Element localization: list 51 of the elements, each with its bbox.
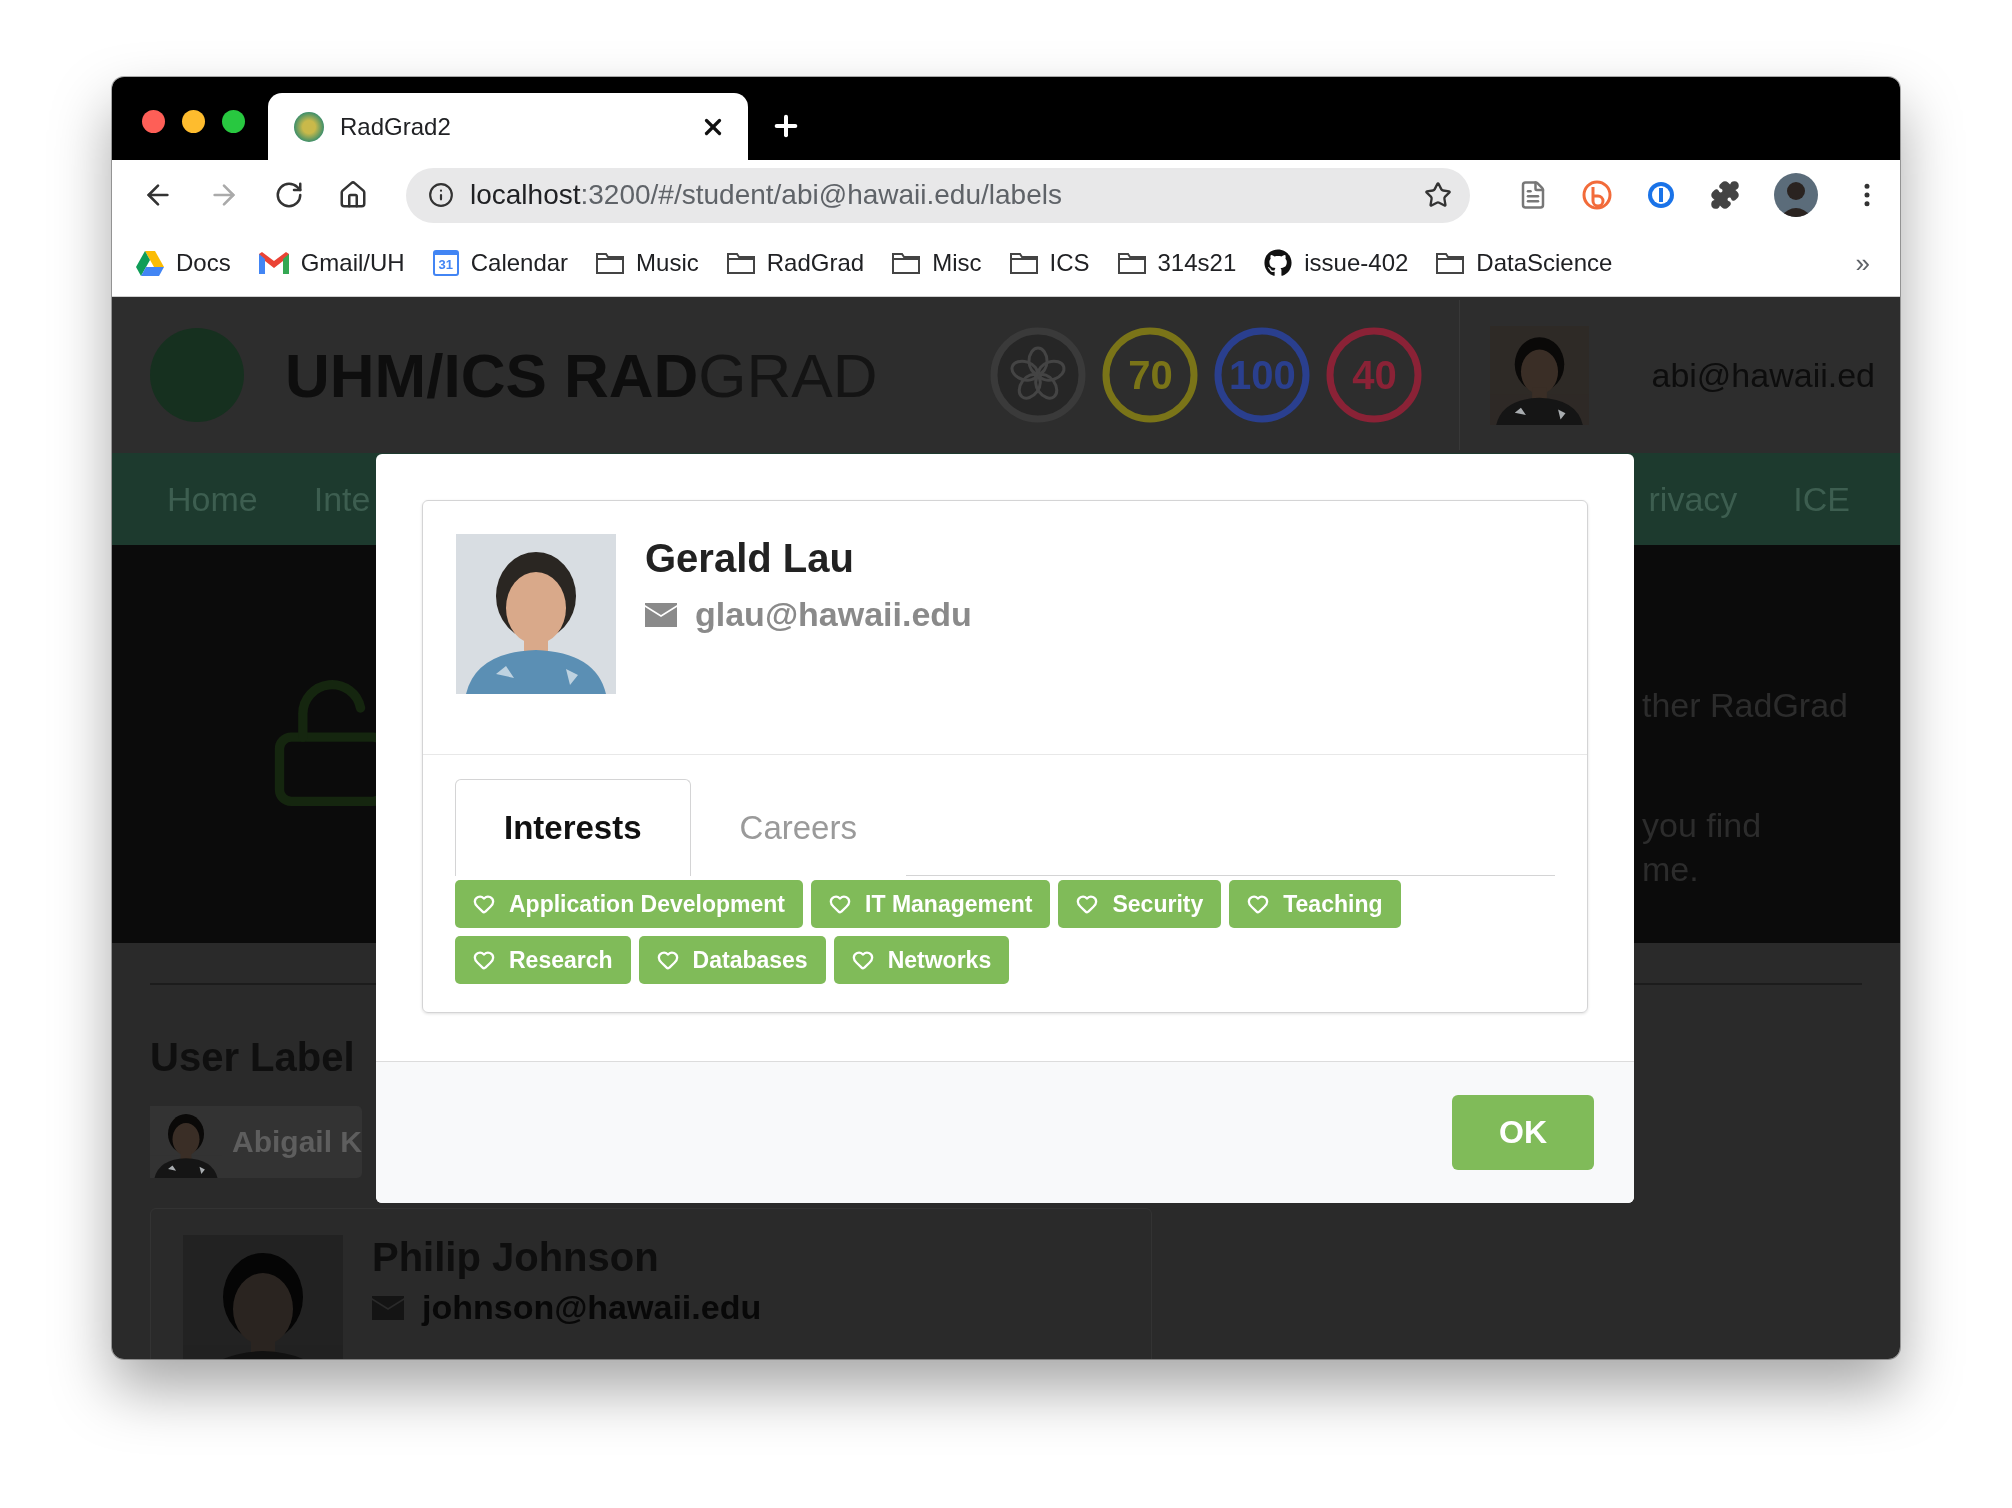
star-icon[interactable] [1424, 181, 1452, 209]
heart-icon [1247, 893, 1270, 915]
heart-icon [829, 893, 852, 915]
bookmark[interactable]: issue-402 [1264, 249, 1409, 277]
folder-icon [1117, 252, 1146, 274]
person-email: glau@hawaii.edu [695, 595, 972, 634]
folder-icon [892, 252, 921, 274]
password-icon[interactable] [1646, 180, 1676, 210]
heart-icon [473, 893, 495, 915]
browser-tab[interactable]: RadGrad2 [268, 93, 748, 160]
heart-icon [851, 949, 874, 971]
extension-icon[interactable] [1582, 180, 1612, 210]
heart-icon [656, 949, 679, 971]
score-value: 40 [1352, 352, 1397, 398]
folder-icon [596, 252, 625, 274]
bookmark[interactable]: Music [596, 249, 699, 277]
folder-icon [1436, 252, 1465, 274]
folder-icon [726, 252, 755, 274]
bookmark[interactable]: Docs [136, 249, 231, 277]
envelope-icon [258, 252, 289, 274]
favicon-icon [294, 111, 324, 142]
avatar-icon[interactable] [1774, 173, 1818, 217]
bookmark[interactable]: Gmail/UH [258, 249, 405, 277]
envelope-icon [645, 602, 677, 627]
github-icon [1264, 249, 1293, 277]
minimize-window-button[interactable] [182, 110, 205, 133]
reload-icon[interactable] [274, 180, 304, 210]
score-value: 70 [1128, 352, 1173, 398]
folder-icon [1009, 252, 1038, 274]
heart-icon [473, 949, 495, 971]
home-icon[interactable] [338, 180, 368, 210]
more-bookmarks[interactable]: » [1855, 247, 1870, 279]
bookmark[interactable]: Misc [892, 249, 982, 277]
person-name: Gerald Lau [645, 536, 855, 581]
bookmark[interactable]: RadGrad [726, 249, 865, 277]
close-window-button[interactable] [142, 110, 165, 133]
drive-icon [136, 250, 164, 276]
zoom-window-button[interactable] [222, 110, 245, 133]
info-icon [428, 182, 454, 208]
calendar-icon: 31 [432, 250, 459, 276]
bookmark[interactable]: ICS [1009, 249, 1090, 277]
tab-title: RadGrad2 [340, 112, 452, 141]
address-bar[interactable]: localhost:3200/#/student/abi@hawaii.edu/labels [406, 167, 1470, 223]
bookmark[interactable]: 31 Calendar [432, 249, 569, 277]
score-value: 100 [1229, 352, 1296, 398]
puzzle-icon[interactable] [1710, 180, 1740, 210]
heart-icon [1076, 893, 1099, 915]
bookmark[interactable]: 314s21 [1117, 249, 1237, 277]
url-text: localhost:3200/#/student/abi@hawaii.edu/labels [470, 179, 1063, 211]
tab[interactable]: Interests [455, 779, 691, 876]
bookmark[interactable]: DataScience [1436, 249, 1613, 277]
